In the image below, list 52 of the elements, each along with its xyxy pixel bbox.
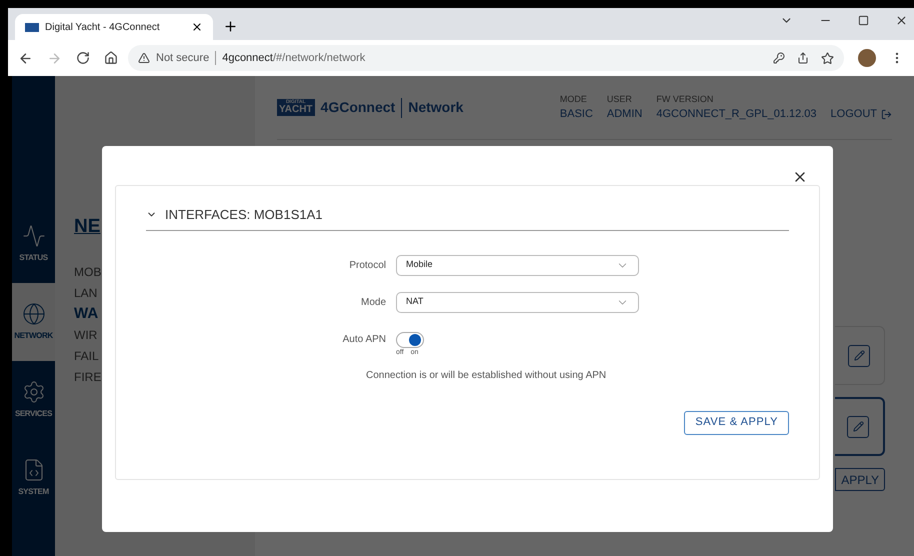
info-value: BASIC [560,106,593,122]
security-label: Not secure [156,50,210,66]
logout-icon [881,108,892,120]
field-label: Mode [360,296,386,310]
menu-item[interactable]: WA [74,306,98,322]
info-value: 4GCONNECT_R_GPL_01.12.03 [656,106,817,122]
close-window-icon[interactable] [895,14,908,27]
info-label: USER [606,92,633,106]
menu-item[interactable]: FAIL [74,348,99,364]
menu-item[interactable]: FIRE [74,369,102,385]
url-text: 4gconnect/#/network/network [222,50,366,66]
home-icon[interactable] [104,51,118,65]
close-tab-icon[interactable] [191,21,203,33]
pencil-icon [852,421,864,432]
field-label: Protocol [348,258,386,272]
logout-button[interactable]: LOGOUT [830,106,892,122]
info-value: ADMIN [606,106,642,122]
address-bar[interactable]: Not secure 4gconnect/#/network/network [128,45,844,71]
key-icon[interactable] [773,52,785,64]
save-apply-button[interactable]: SAVE & APPLY [684,410,789,434]
star-icon[interactable] [821,52,834,64]
apply-button[interactable]: APPLY [835,468,885,491]
edit-button[interactable] [848,344,870,366]
edit-button[interactable] [847,416,869,438]
field-label: Auto APN [342,332,386,346]
select-field[interactable]: Mobile [396,254,639,276]
warning-icon [138,52,150,64]
select-field[interactable]: NAT [396,292,639,312]
status-icon [22,224,46,248]
services-icon [22,380,46,404]
section-title: Network [408,98,464,117]
menu-item[interactable]: WIR [74,327,98,343]
avatar-icon[interactable] [858,49,876,67]
favicon-icon [25,22,39,32]
app-title: 4GConnect [320,98,396,117]
menu-item[interactable]: MOB [74,264,102,280]
new-tab-icon[interactable] [223,19,238,34]
sidebar-item[interactable]: NETWORK [12,283,55,361]
section-header[interactable]: INTERFACES: MOB1S1A1 [146,205,789,230]
back-icon[interactable] [18,50,33,66]
info-label: FW VERSION [656,92,714,106]
maximize-icon[interactable] [858,15,869,26]
info-label: MODE [560,92,588,106]
help-text: Connection is or will be established without using APN [366,368,608,382]
page-heading: NE [74,216,100,238]
reload-icon[interactable] [76,51,90,65]
network-icon [22,302,46,326]
browser-tab[interactable]: Digital Yacht - 4GConnect [15,14,213,40]
share-icon[interactable] [797,52,809,64]
toggle-switch[interactable] [396,332,424,348]
pencil-icon [854,350,864,361]
menu-item[interactable]: LAN [74,285,98,301]
